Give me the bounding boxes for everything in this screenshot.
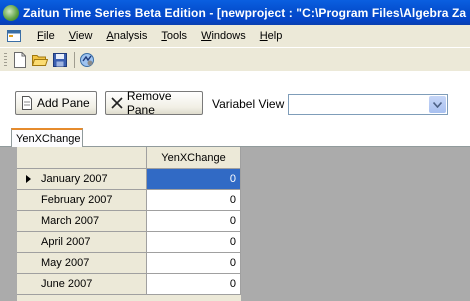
table-cell-value[interactable]: 0 xyxy=(147,232,241,253)
current-row-indicator-icon xyxy=(17,175,39,183)
open-folder-icon[interactable] xyxy=(31,51,49,69)
row-header[interactable]: May 2007 xyxy=(17,253,147,274)
menu-help[interactable]: Help xyxy=(253,30,290,42)
toolbar-grip[interactable] xyxy=(4,52,7,67)
document-window-icon[interactable] xyxy=(6,28,22,44)
cell-value: 0 xyxy=(229,173,236,185)
title-bar[interactable]: Zaitun Time Series Beta Edition - [newpr… xyxy=(0,0,470,25)
data-grid[interactable]: YenXChange January 2007 0 February 2007 … xyxy=(17,147,241,301)
cell-value: 0 xyxy=(229,215,236,227)
remove-icon xyxy=(110,96,124,110)
menu-windows[interactable]: Windows xyxy=(194,30,253,42)
variable-view-dropdown[interactable] xyxy=(288,94,448,115)
menu-file[interactable]: File xyxy=(30,30,62,42)
row-header[interactable]: March 2007 xyxy=(17,211,147,232)
table-cell-value[interactable]: 0 xyxy=(147,253,241,274)
row-header[interactable]: April 2007 xyxy=(17,232,147,253)
toolbar-separator xyxy=(74,51,75,68)
row-header[interactable]: June 2007 xyxy=(17,274,147,295)
toolbar xyxy=(0,47,470,72)
properties-icon[interactable] xyxy=(78,51,96,69)
row-label: June 2007 xyxy=(41,278,93,290)
menu-view[interactable]: View xyxy=(62,30,100,42)
cell-value: 0 xyxy=(229,278,236,290)
table-cell-value[interactable]: 0 xyxy=(147,169,241,190)
save-icon[interactable] xyxy=(51,51,69,69)
row-label: May 2007 xyxy=(41,257,90,269)
remove-pane-button[interactable]: Remove Pane xyxy=(105,89,203,117)
column-header-yenxchange[interactable]: YenXChange xyxy=(147,147,241,169)
tab-yenxchange[interactable]: YenXChange xyxy=(11,128,83,147)
chevron-down-icon[interactable] xyxy=(429,96,446,113)
row-label: March 2007 xyxy=(41,215,100,227)
add-pane-label: Add Pane xyxy=(37,96,90,110)
column-header-label: YenXChange xyxy=(161,151,226,164)
cell-value: 0 xyxy=(229,194,236,206)
remove-pane-label: Remove Pane xyxy=(126,89,172,117)
row-label: February 2007 xyxy=(41,194,113,206)
row-header[interactable]: February 2007 xyxy=(17,190,147,211)
variable-view-label: Variabel View : xyxy=(212,97,291,111)
row-label: April 2007 xyxy=(41,236,91,248)
cell-value: 0 xyxy=(229,257,236,269)
new-file-icon[interactable] xyxy=(11,51,29,69)
add-pane-icon xyxy=(20,96,34,110)
row-label: January 2007 xyxy=(41,173,108,185)
table-cell-value[interactable]: 0 xyxy=(147,190,241,211)
table-cell-value[interactable]: 0 xyxy=(147,211,241,232)
cell-value: 0 xyxy=(229,236,236,248)
grid-corner-header[interactable] xyxy=(17,147,147,169)
tab-label: YenXChange xyxy=(16,132,81,145)
table-cell-value[interactable]: 0 xyxy=(147,274,241,295)
app-icon xyxy=(3,4,19,21)
menu-tools[interactable]: Tools xyxy=(154,30,194,42)
add-pane-button[interactable]: Add Pane xyxy=(15,91,97,115)
menu-analysis[interactable]: Analysis xyxy=(99,30,154,42)
window-title: Zaitun Time Series Beta Edition - [newpr… xyxy=(23,5,467,20)
menu-bar: File View Analysis Tools Windows Help xyxy=(0,25,470,47)
row-header[interactable]: January 2007 xyxy=(17,169,147,190)
